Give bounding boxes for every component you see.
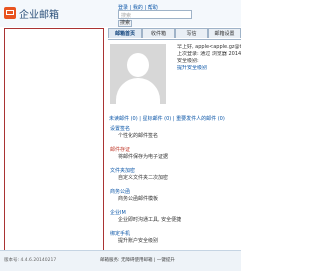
mail-logo-icon xyxy=(4,7,16,19)
feature-desc: 自定义文件夹二次加密 xyxy=(118,175,169,181)
mail-counts: 未读邮件 (0) | 星标邮件 (0) | 重要发件人的邮件 (0) xyxy=(109,116,225,122)
feature-desc: 个性化的邮件签名 xyxy=(118,133,159,139)
tab-settings[interactable]: 邮箱设置 xyxy=(208,28,241,38)
last-login-text: 上次登录: 通过 浏览器 2014-0 xyxy=(177,51,241,57)
version-text: 版本号: 4.4.6.20140217 xyxy=(4,258,57,263)
app-logo-text: 企业邮箱 xyxy=(19,10,59,21)
unread-mail-link[interactable]: 未读邮件 (0) xyxy=(109,116,138,122)
search-input[interactable]: 搜索 xyxy=(118,10,192,19)
feature-business-letter: 商务公函 商务公函邮件模板 xyxy=(110,189,158,203)
feature-title[interactable]: 邮件存证 xyxy=(110,147,168,154)
avatar-head-shape xyxy=(127,53,149,77)
avatar-body-shape xyxy=(116,78,160,104)
app-header: 企业邮箱 登录 | 我的 | 帮助 搜索 搜索 xyxy=(0,0,241,27)
tab-mail-home[interactable]: 邮箱首页 xyxy=(108,28,142,38)
profile-info: 早上好, apple<apple.gz@tiancimail.com> 上次登录… xyxy=(177,44,241,72)
search-button[interactable]: 搜索 xyxy=(118,20,132,27)
feature-desc: 企业即时沟通工具, 安全便捷 xyxy=(118,217,182,223)
starred-mail-link[interactable]: 星标邮件 (0) xyxy=(143,116,172,122)
tab-inbox[interactable]: 收件箱 xyxy=(142,28,175,38)
tab-bar: 邮箱首页 收件箱 写信 邮箱设置 xyxy=(108,28,241,40)
feature-desc: 商务公函邮件模板 xyxy=(118,196,159,202)
avatar[interactable] xyxy=(110,44,166,104)
feature-bind-phone: 绑定手机 提升账户安全级别 xyxy=(110,231,158,245)
feature-title[interactable]: 设置签名 xyxy=(110,126,158,133)
upgrade-security-link[interactable]: 提升安全级别 xyxy=(177,65,241,72)
security-level-text: 安全级别: xyxy=(177,58,199,64)
feature-title[interactable]: 文件夹加密 xyxy=(110,168,168,175)
feature-desc: 将邮件保存为电子证据 xyxy=(118,154,169,160)
feature-title[interactable]: 企业IM xyxy=(110,210,181,217)
sidebar-panel xyxy=(4,28,104,264)
greeting-text: 早上好, apple<apple.gz@tiancimail.com> xyxy=(177,44,241,50)
feature-evidence: 邮件存证 将邮件保存为电子证据 xyxy=(110,147,168,161)
footer-links[interactable]: 邮箱服务: 无障碍使用邮箱 | 一键提升 xyxy=(100,257,175,263)
feature-enterprise-im: 企业IM 企业即时沟通工具, 安全便捷 xyxy=(110,210,181,224)
important-sender-link[interactable]: 重要发件人的邮件 (0) xyxy=(176,116,225,122)
feature-desc: 提升账户安全级别 xyxy=(118,238,159,244)
feature-signature: 设置签名 个性化的邮件签名 xyxy=(110,126,158,140)
feature-folder-encryption: 文件夹加密 自定义文件夹二次加密 xyxy=(110,168,168,182)
tab-compose[interactable]: 写信 xyxy=(175,28,208,38)
feature-title[interactable]: 商务公函 xyxy=(110,189,158,196)
feature-title[interactable]: 绑定手机 xyxy=(110,231,158,238)
footer-bar: 版本号: 4.4.6.20140217 邮箱服务: 无障碍使用邮箱 | 一键提升 xyxy=(0,250,241,271)
